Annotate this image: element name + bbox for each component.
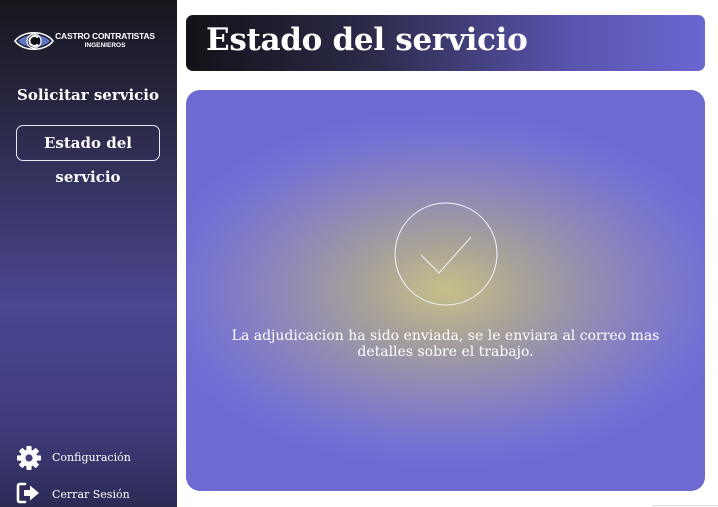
status-message: La adjudicacion ha sido enviada, se le e… [231, 328, 660, 360]
settings-label: Configuración [52, 451, 131, 464]
logout-link[interactable]: Cerrar Sesión [16, 482, 166, 507]
page-title: Estado del servicio [206, 22, 528, 58]
sidebar: CASTRO CONTRATISTAS INGENIEROS Solicitar… [0, 0, 177, 507]
nav-estado-del-servicio[interactable]: Estado del servicio [16, 125, 160, 186]
logout-label: Cerrar Sesión [52, 488, 130, 501]
nav-solicitar-servicio[interactable]: Solicitar servicio [16, 78, 160, 114]
logo-title: CASTRO CONTRATISTAS [55, 31, 155, 41]
check-circle-icon [394, 202, 498, 306]
logout-icon [16, 482, 39, 504]
status-panel: La adjudicacion ha sido enviada, se le e… [186, 90, 705, 491]
page-header: Estado del servicio [186, 15, 705, 71]
divider [652, 505, 718, 506]
settings-link[interactable]: Configuración [16, 445, 166, 471]
gear-icon [17, 446, 41, 470]
eye-c-logo-icon [14, 31, 54, 51]
logo-subtitle: INGENIEROS [84, 42, 126, 49]
company-logo: CASTRO CONTRATISTAS INGENIEROS [12, 26, 162, 56]
